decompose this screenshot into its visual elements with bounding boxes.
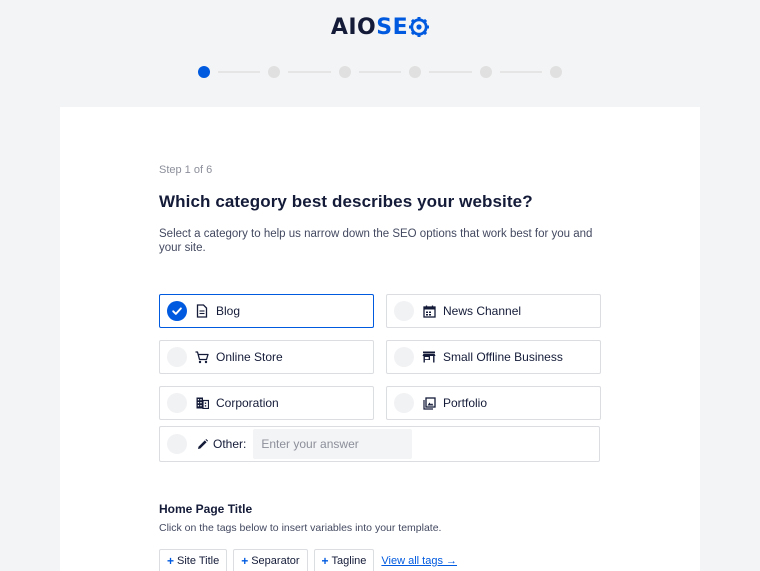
category-option-blog[interactable]: Blog — [159, 294, 374, 328]
other-label: Other: — [213, 437, 247, 451]
category-option-corporation[interactable]: Corporation — [159, 386, 374, 420]
radio-unchecked[interactable] — [394, 347, 414, 367]
step-dot-2 — [268, 66, 280, 78]
setup-wizard-card: Step 1 of 6 Which category best describe… — [60, 107, 700, 571]
radio-unchecked[interactable] — [394, 393, 414, 413]
pencil-icon — [195, 437, 209, 451]
step-dot-3 — [339, 66, 351, 78]
step-counter: Step 1 of 6 — [159, 164, 213, 176]
page-description: Select a category to help us narrow down… — [159, 228, 593, 254]
step-connector — [429, 71, 472, 73]
plus-icon: + — [241, 554, 249, 568]
tag-site-title[interactable]: + Site Title — [159, 549, 228, 571]
aioseo-logo: AIOSE — [0, 13, 760, 46]
step-dot-4 — [409, 66, 421, 78]
page-title: Which category best describes your websi… — [159, 192, 533, 211]
category-label: Small Offline Business — [443, 350, 563, 364]
tag-list: + Site Title + Separator + Tagline View all… — [159, 549, 457, 571]
check-icon — [172, 307, 182, 315]
cart-icon — [195, 350, 209, 364]
radio-unchecked[interactable] — [167, 434, 187, 454]
view-all-tags-link[interactable]: View all tags → — [381, 555, 457, 567]
radio-unchecked[interactable] — [167, 347, 187, 367]
radio-checked[interactable] — [167, 301, 187, 321]
category-label: Portfolio — [443, 396, 488, 410]
step-connector — [359, 71, 401, 73]
tag-label: Site Title — [177, 555, 220, 567]
home-page-title-heading: Home Page Title — [159, 502, 253, 516]
tag-separator[interactable]: + Separator — [233, 549, 308, 571]
step-connector — [288, 71, 331, 73]
plus-icon: + — [321, 554, 329, 568]
tag-label: Separator — [251, 555, 300, 567]
step-dot-6 — [550, 66, 562, 78]
plus-icon: + — [167, 554, 175, 568]
logo-seo-text: SE — [376, 15, 409, 40]
step-dot-1 — [198, 66, 210, 78]
radio-unchecked[interactable] — [394, 301, 414, 321]
document-icon — [195, 304, 209, 318]
category-label: News Channel — [443, 304, 522, 318]
tag-tagline[interactable]: + Tagline — [313, 549, 375, 571]
step-dot-5 — [480, 66, 492, 78]
radio-unchecked[interactable] — [167, 393, 187, 413]
category-label: Online Store — [216, 350, 283, 364]
logo-aio-text: AIO — [330, 15, 377, 40]
calendar-icon — [422, 304, 436, 318]
storefront-icon — [422, 350, 436, 364]
category-option-news-channel[interactable]: News Channel — [386, 294, 601, 328]
step-connector — [500, 71, 542, 73]
home-page-title-description: Click on the tags below to insert variab… — [159, 522, 442, 534]
progress-stepper — [198, 66, 564, 78]
category-option-small-offline-business[interactable]: Small Offline Business — [386, 340, 601, 374]
category-label: Corporation — [216, 396, 279, 410]
category-label: Blog — [216, 304, 241, 318]
category-option-portfolio[interactable]: Portfolio — [386, 386, 601, 420]
other-answer-input[interactable] — [253, 429, 413, 459]
gear-icon — [409, 16, 430, 46]
building-icon — [195, 396, 209, 410]
step-connector — [218, 71, 260, 73]
category-option-online-store[interactable]: Online Store — [159, 340, 374, 374]
tag-label: Tagline — [331, 555, 367, 567]
category-option-other[interactable]: Other: — [159, 426, 600, 462]
gallery-icon — [422, 396, 436, 410]
